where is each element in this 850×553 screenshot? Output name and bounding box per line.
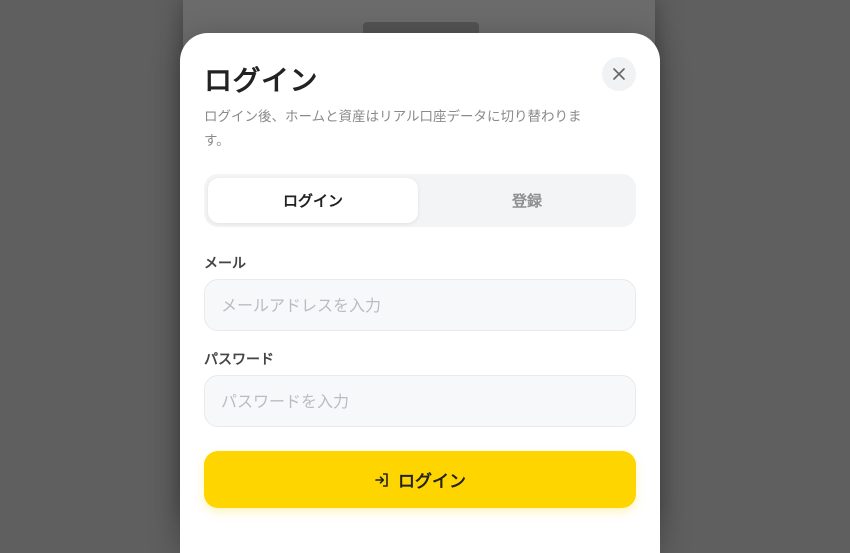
email-label: メール xyxy=(204,256,246,272)
close-icon xyxy=(613,68,625,80)
password-label: パスワード xyxy=(204,352,274,368)
email-field[interactable] xyxy=(204,279,636,331)
auth-tabs: ログイン 登録 xyxy=(204,174,636,227)
password-field[interactable] xyxy=(204,375,636,427)
close-button[interactable] xyxy=(602,57,636,91)
modal-title: ログイン xyxy=(204,64,319,97)
login-modal: ログイン ログイン後、ホームと資産はリアル口座データに切り替わります。 ログイン… xyxy=(180,33,660,553)
login-submit-button[interactable]: ログイン xyxy=(204,451,636,508)
tab-register[interactable]: 登録 xyxy=(422,178,632,223)
login-icon xyxy=(375,472,388,487)
modal-subtitle: ログイン後、ホームと資産はリアル口座データに切り替わります。 xyxy=(204,109,582,149)
login-submit-label: ログイン xyxy=(398,472,466,492)
tab-login[interactable]: ログイン xyxy=(208,178,418,223)
